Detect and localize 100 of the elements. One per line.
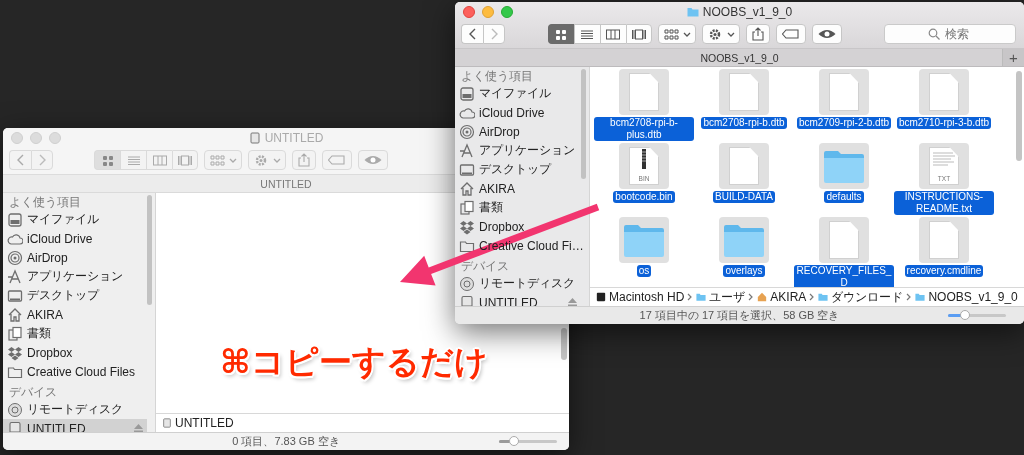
new-tab-button[interactable]: + — [1002, 49, 1024, 66]
gallery-icon — [630, 27, 647, 41]
scrollbar[interactable] — [561, 328, 567, 360]
dropbox-icon — [459, 218, 475, 235]
file-name[interactable]: RECOVERY_FILES_D — [794, 265, 894, 287]
status-text: 17 項目中の 17 項目を選択、58 GB 空き — [639, 308, 840, 323]
documents-icon — [459, 199, 475, 216]
disc-icon — [459, 275, 475, 292]
list-icon — [579, 27, 595, 41]
path-segment[interactable]: ユーザ — [696, 288, 746, 306]
scrollbar[interactable] — [1016, 71, 1022, 161]
drawer-icon — [459, 85, 475, 102]
document-icon — [929, 221, 959, 259]
file-name[interactable]: os — [636, 265, 652, 277]
grid-caret-icon — [208, 153, 238, 167]
file-name[interactable]: bcm2708-rpi-b-plus.dtb — [594, 117, 694, 141]
document-icon — [729, 147, 759, 185]
file-name[interactable]: bcm2708-rpi-b.dtb — [701, 117, 787, 129]
house-icon — [459, 180, 475, 197]
quick-look-button[interactable] — [811, 24, 842, 44]
zoom-button[interactable] — [501, 6, 513, 18]
desktop-icon — [7, 287, 23, 304]
path-segment[interactable]: NOOBS_v1_9_0 — [915, 290, 1018, 304]
sidebar-item[interactable]: リモートディスク — [455, 274, 581, 293]
eject-icon[interactable] — [134, 424, 143, 432]
eye-icon — [363, 154, 383, 166]
list-icon — [125, 153, 142, 167]
columns-icon — [605, 27, 621, 41]
action-button[interactable] — [701, 24, 740, 44]
document-icon — [629, 73, 659, 111]
gallery-view-button[interactable] — [625, 24, 652, 44]
sidebar-item[interactable]: 書類 — [455, 198, 581, 217]
file-name[interactable]: bootcode.bin — [613, 191, 675, 203]
desktop-icon — [459, 161, 475, 178]
drive-icon — [7, 420, 23, 432]
tags-button[interactable] — [775, 24, 806, 44]
minimize-button[interactable] — [482, 6, 494, 18]
tag-icon — [327, 154, 347, 166]
document-icon — [729, 73, 759, 111]
eye-icon — [816, 28, 837, 40]
path-segment[interactable]: UNTITLED — [162, 416, 234, 430]
airdrop-icon — [7, 249, 23, 266]
section-heading: デバイス — [460, 258, 510, 274]
applications-icon — [7, 268, 23, 285]
sidebar-item[interactable]: Dropbox — [455, 217, 581, 236]
file-name[interactable]: INSTRUCTIONS-README.txt — [894, 191, 994, 215]
file-name[interactable]: overlays — [723, 265, 765, 277]
section-heading: よく使う項目 — [460, 69, 534, 84]
file-name[interactable]: recovery.cmdline — [904, 265, 984, 277]
search-field[interactable]: 検索 — [884, 24, 1016, 44]
chevron-left-icon — [15, 154, 26, 166]
search-icon — [928, 28, 940, 40]
applications-icon — [459, 142, 475, 159]
sidebar-item[interactable]: iCloud Drive — [455, 103, 581, 122]
sidebar-item[interactable]: UNTITLED — [455, 293, 581, 306]
status-text: 0 項目、7.83 GB 空き — [232, 434, 340, 449]
sidebar-item[interactable]: AKIRA — [455, 179, 581, 198]
airdrop-icon — [459, 123, 475, 140]
sidebar-item[interactable]: マイファイル — [455, 84, 581, 103]
icon-view-button[interactable] — [547, 24, 574, 44]
document-icon — [929, 73, 959, 111]
folder-icon — [722, 223, 766, 257]
zipper-icon — [641, 149, 647, 169]
document-icon — [829, 221, 859, 259]
grid-caret-icon — [661, 27, 692, 41]
disc-icon — [7, 401, 23, 418]
share-button[interactable] — [745, 24, 770, 44]
share-icon — [296, 153, 312, 167]
file-name[interactable]: BUILD-DATA — [713, 191, 775, 203]
folder-icon — [822, 149, 866, 183]
column-view-button[interactable] — [599, 24, 626, 44]
tag-icon — [780, 28, 801, 40]
document-icon — [829, 73, 859, 111]
back-button[interactable] — [461, 24, 483, 44]
annotation-text: ⌘コピーするだけ — [220, 342, 488, 382]
sidebar-item[interactable]: アプリケーション — [455, 141, 581, 160]
file-name[interactable]: bcm2710-rpi-3-b.dtb — [896, 117, 991, 129]
path-segment[interactable]: ダウンロード — [818, 288, 904, 306]
house-icon — [7, 306, 23, 323]
grid-icon — [553, 27, 569, 41]
arrange-button[interactable] — [657, 24, 696, 44]
chevron-icon — [748, 293, 755, 301]
sidebar-item[interactable]: AirDrop — [455, 122, 581, 141]
scrollbar[interactable] — [581, 69, 586, 179]
path-segment[interactable]: Macintosh HD — [596, 290, 685, 304]
folder-icon — [818, 292, 829, 302]
tab[interactable]: NOOBS_v1_9_0 — [700, 51, 779, 64]
eject-icon[interactable] — [568, 298, 577, 306]
drawer-icon — [7, 211, 23, 228]
path-segment[interactable]: AKIRA — [757, 290, 807, 304]
gallery-icon — [177, 153, 193, 167]
folder-icon — [686, 6, 699, 18]
close-button[interactable] — [463, 6, 475, 18]
folder-icon — [622, 223, 666, 257]
section-heading: デバイス — [8, 384, 58, 400]
file-name[interactable]: defaults — [824, 191, 864, 203]
sidebar-item[interactable]: デスクトップ — [455, 160, 581, 179]
chevron-icon — [809, 293, 816, 301]
file-name[interactable]: bcm2709-rpi-2-b.dtb — [796, 117, 891, 129]
list-view-button[interactable] — [573, 24, 600, 44]
